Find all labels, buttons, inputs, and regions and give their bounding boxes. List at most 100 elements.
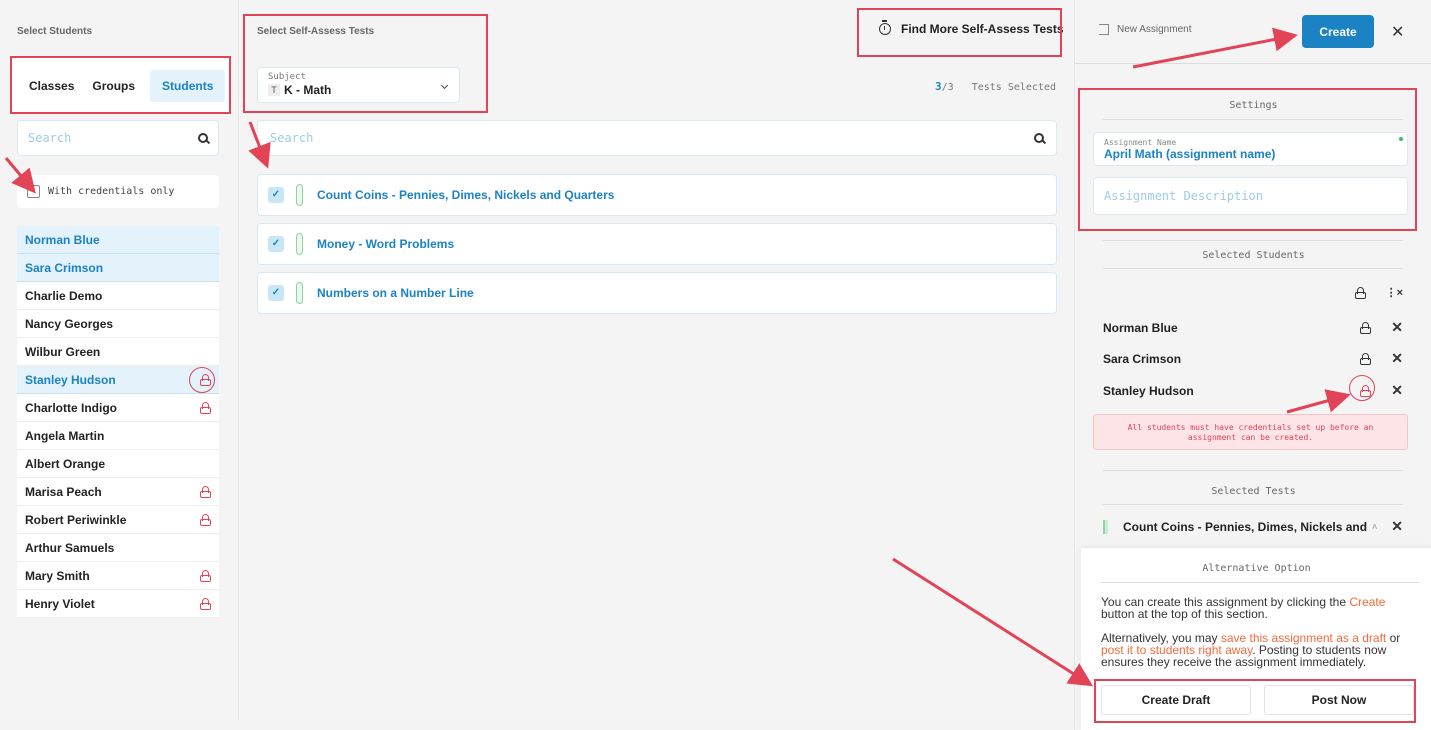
subject-value: K - Math: [284, 83, 332, 97]
lock-icon: [200, 569, 211, 582]
settings-divider: [1103, 119, 1403, 120]
credentials-checkbox[interactable]: [27, 185, 40, 198]
lock-icon: [1360, 352, 1372, 365]
student-row[interactable]: Stanley Hudson: [17, 366, 219, 394]
selected-student-row: Stanley Hudson ✕: [1103, 382, 1403, 399]
student-name: Albert Orange: [25, 456, 106, 471]
find-more-tests-button[interactable]: Find More Self-Assess Tests: [879, 20, 1064, 36]
test-status-bar: [296, 184, 303, 206]
test-status-bar: [1103, 519, 1108, 534]
assignment-description-field[interactable]: Assignment Description: [1093, 177, 1408, 215]
test-checkbox-checked[interactable]: ✓: [268, 285, 284, 301]
student-row[interactable]: Wilbur Green: [17, 338, 219, 366]
test-name: Money - Word Problems: [317, 237, 455, 251]
search-icon: [1034, 133, 1044, 143]
tab-groups[interactable]: Groups: [83, 70, 144, 102]
alt-paragraph-1: You can create this assignment by clicki…: [1101, 596, 1419, 620]
tab-students[interactable]: Students: [150, 69, 226, 102]
student-row[interactable]: Nancy Georges: [17, 310, 219, 338]
lock-icon: [200, 373, 211, 386]
test-row[interactable]: ✓ Numbers on a Number Line: [257, 272, 1057, 314]
alt-text: or: [1386, 631, 1401, 645]
student-row[interactable]: Mary Smith: [17, 562, 219, 590]
student-name: Charlotte Indigo: [25, 400, 117, 415]
lock-icon: [200, 513, 211, 526]
chevron-up-icon[interactable]: ˄: [1372, 522, 1377, 532]
student-name: Sara Crimson: [25, 260, 104, 275]
selected-students-actions: ⋮×: [1103, 286, 1403, 299]
selected-student-row: Norman Blue ✕: [1103, 319, 1403, 336]
test-row[interactable]: ✓ Money - Word Problems: [257, 223, 1057, 265]
test-row[interactable]: ✓ Count Coins - Pennies, Dimes, Nickels …: [257, 174, 1057, 216]
remove-student-icon[interactable]: ✕: [1391, 350, 1403, 367]
new-assignment-heading: New Assignment: [1099, 24, 1191, 35]
student-search-input[interactable]: Search: [17, 120, 219, 156]
assignment-name-field[interactable]: Assignment Name April Math (assignment n…: [1093, 132, 1408, 166]
lock-icon: [200, 485, 211, 498]
selected-student-row: Sara Crimson ✕: [1103, 350, 1403, 367]
student-name: Nancy Georges: [25, 316, 114, 331]
student-name: Norman Blue: [25, 232, 100, 247]
create-link[interactable]: Create: [1349, 595, 1385, 609]
selected-students-title: Selected Students: [1202, 250, 1305, 261]
count-suffix: Tests Selected: [971, 82, 1056, 93]
students-top-divider: [1103, 240, 1403, 241]
clear-list-icon[interactable]: ⋮×: [1386, 286, 1403, 299]
tests-top-divider: [1103, 470, 1403, 471]
search-placeholder: Search: [270, 131, 314, 145]
student-row[interactable]: Norman Blue: [17, 226, 219, 254]
alt-paragraph-2: Alternatively, you may save this assignm…: [1101, 632, 1419, 668]
student-row[interactable]: Arthur Samuels: [17, 534, 219, 562]
student-row[interactable]: Marisa Peach: [17, 478, 219, 506]
student-row[interactable]: Sara Crimson: [17, 254, 219, 282]
test-status-bar: [296, 233, 303, 255]
search-icon: [198, 133, 208, 143]
student-row[interactable]: Angela Martin: [17, 422, 219, 450]
selected-test-name: Count Coins - Pennies, Dimes, Nickels an…: [1123, 519, 1368, 534]
remove-test-icon[interactable]: ✕: [1391, 518, 1403, 535]
student-row[interactable]: Charlotte Indigo: [17, 394, 219, 422]
alternative-option-title: Alternative Option: [1202, 563, 1311, 574]
create-draft-button[interactable]: Create Draft: [1101, 685, 1251, 715]
student-name: Stanley Hudson: [25, 372, 116, 387]
selected-tests-title: Selected Tests: [1211, 486, 1296, 497]
student-row[interactable]: Charlie Demo: [17, 282, 219, 310]
select-tests-title: Select Self-Assess Tests: [257, 26, 375, 37]
test-checkbox-checked[interactable]: ✓: [268, 236, 284, 252]
student-row[interactable]: Albert Orange: [17, 450, 219, 478]
close-icon[interactable]: ✕: [1391, 22, 1404, 42]
credentials-error-message: All students must have credentials set u…: [1093, 414, 1408, 450]
test-name: Count Coins - Pennies, Dimes, Nickels an…: [317, 188, 615, 202]
remove-student-icon[interactable]: ✕: [1391, 319, 1403, 336]
select-students-title: Select Students: [17, 26, 93, 37]
student-list: Norman Blue Sara Crimson Charlie Demo Na…: [17, 226, 219, 618]
tests-selected-count: 3/3 Tests Selected: [935, 80, 1056, 93]
students-divider: [1103, 268, 1403, 269]
post-now-button[interactable]: Post Now: [1264, 685, 1414, 715]
student-name: Angela Martin: [25, 428, 105, 443]
test-search-input[interactable]: Search: [257, 120, 1057, 156]
student-row[interactable]: Henry Violet: [17, 590, 219, 618]
header-divider: [1075, 63, 1431, 64]
subject-dropdown[interactable]: Subject T K - Math: [257, 67, 460, 103]
create-button[interactable]: Create: [1302, 15, 1374, 48]
student-row[interactable]: Robert Periwinkle: [17, 506, 219, 534]
lock-all-icon[interactable]: [1354, 286, 1366, 299]
timer-icon: [879, 20, 891, 35]
credentials-only-filter[interactable]: With credentials only: [17, 175, 219, 208]
student-selection-panel: Select Students Classes Groups Students …: [0, 0, 238, 720]
remove-student-icon[interactable]: ✕: [1391, 382, 1403, 399]
lock-icon: [200, 401, 211, 414]
student-name: Arthur Samuels: [25, 540, 115, 555]
subject-label: Subject: [268, 72, 306, 82]
lock-icon: [200, 597, 211, 610]
assignment-name-label: Assignment Name: [1104, 138, 1177, 147]
student-name: Henry Violet: [25, 596, 95, 611]
selected-student-name: Norman Blue: [1103, 320, 1178, 335]
credentials-label: With credentials only: [48, 186, 175, 197]
tab-classes[interactable]: Classes: [20, 70, 83, 102]
tests-divider: [1103, 504, 1403, 505]
test-checkbox-checked[interactable]: ✓: [268, 187, 284, 203]
valid-indicator: [1399, 137, 1403, 141]
assignment-description-placeholder: Assignment Description: [1104, 189, 1263, 203]
